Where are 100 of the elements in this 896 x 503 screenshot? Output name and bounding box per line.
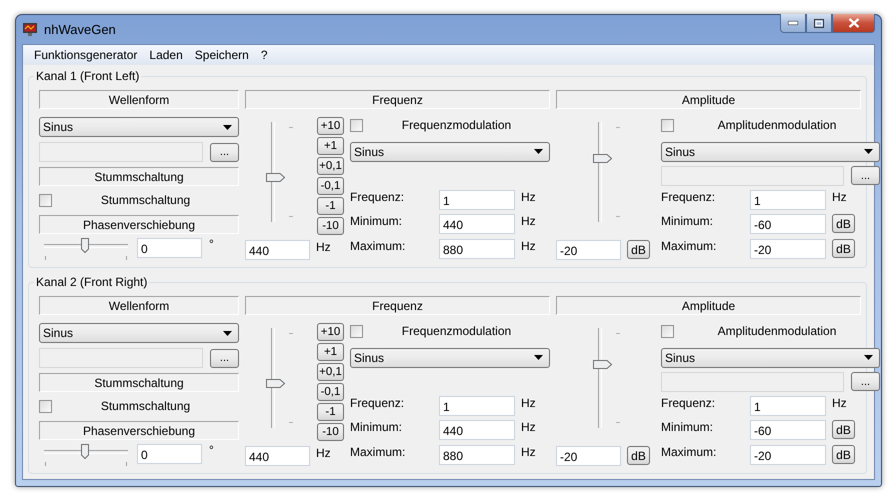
vertical-slider[interactable] [265,328,293,428]
checkbox[interactable] [661,118,674,132]
step-button[interactable]: -10 [317,423,344,441]
parameter-label: Minimum: [661,214,714,228]
unit-button[interactable]: dB [832,214,855,234]
file-path-field[interactable] [661,166,844,186]
section-header: Stummschaltung [39,373,239,392]
step-button[interactable]: -1 [317,403,344,421]
checkbox[interactable] [661,324,674,338]
unit-label: Hz [832,190,847,204]
step-button[interactable]: +1 [317,343,344,361]
unit-button[interactable]: dB [832,445,855,464]
checkbox[interactable] [39,194,52,206]
waveform-dropdown[interactable]: Sinus [39,117,239,137]
menu-item[interactable]: ? [256,48,273,62]
file-path-field[interactable] [661,372,844,392]
number-field[interactable]: -20 [750,445,826,466]
amplitude-field[interactable]: -20 [556,446,621,466]
section-header: Frequenz [245,296,550,315]
unit-button[interactable]: dB [832,239,855,258]
number-field[interactable]: 440 [439,420,515,440]
frequency-field[interactable]: 440 [245,240,310,260]
unit-button[interactable]: dB [627,446,650,465]
vertical-slider[interactable] [592,122,620,222]
browse-button[interactable]: ... [210,348,239,368]
frequency-field[interactable]: 440 [245,446,310,466]
step-button[interactable]: +0,1 [317,157,344,175]
section-header: Wellenform [39,296,239,315]
file-path-field[interactable] [39,348,203,368]
number-field[interactable]: -20 [750,239,826,260]
number-field[interactable]: 880 [439,445,515,466]
checkbox-label: Frequenzmodulation [400,324,512,338]
step-button[interactable]: -0,1 [317,383,344,401]
unit-label: Hz [521,420,536,434]
checkbox[interactable] [39,400,52,412]
minimize-button[interactable] [780,14,806,33]
step-button[interactable]: +10 [317,117,344,135]
step-button[interactable]: +1 [317,137,344,155]
waveform-dropdown[interactable]: Sinus [350,348,550,368]
horizontal-slider[interactable] [44,444,128,466]
browse-button[interactable]: ... [210,142,239,162]
file-path-field[interactable] [39,142,203,162]
number-field[interactable]: 1 [750,190,826,210]
number-field[interactable]: 440 [439,214,515,234]
checkbox-label: Stummschaltung [100,193,192,207]
checkbox-label: Frequenzmodulation [400,118,512,132]
parameter-label: Maximum: [661,445,718,460]
unit-label: Hz [316,240,331,254]
section-header: Stummschaltung [39,167,239,186]
parameter-label: Maximum: [350,445,406,460]
menu-item[interactable]: Funktionsgenerator [29,48,142,62]
amplitude-field[interactable]: -20 [556,240,621,260]
caret-icon [534,149,543,154]
parameter-label: Minimum: [350,420,404,434]
browse-button[interactable]: ... [851,166,880,186]
waveform-dropdown[interactable]: Sinus [39,323,239,343]
caret-icon [864,149,873,154]
horizontal-slider[interactable] [44,238,128,260]
unit-label: Hz [832,396,847,410]
caret-icon [864,355,873,360]
phase-field[interactable]: 0 [137,238,202,258]
close-button[interactable] [832,14,875,33]
number-field[interactable]: -60 [750,214,826,234]
slider-thumb[interactable] [592,153,613,164]
unit-label: Hz [521,214,536,228]
unit-button[interactable]: dB [627,240,650,259]
vertical-slider[interactable] [265,122,293,222]
step-button[interactable]: +10 [317,323,344,341]
maximize-button[interactable] [806,14,832,33]
phase-field[interactable]: 0 [137,444,202,464]
menu-item[interactable]: Laden [144,48,188,62]
step-button[interactable]: -0,1 [317,177,344,195]
slider-thumb[interactable] [265,172,286,183]
browse-button[interactable]: ... [851,372,880,392]
parameter-label: Minimum: [661,420,714,434]
number-field[interactable]: 880 [439,239,515,260]
slider-thumb[interactable] [80,443,90,460]
menu-item[interactable]: Speichern [190,48,254,62]
caret-icon [534,355,543,360]
checkbox[interactable] [350,118,363,132]
unit-button[interactable]: dB [832,420,855,440]
number-field[interactable]: 1 [439,396,515,416]
step-button[interactable]: -10 [317,217,344,235]
slider-thumb[interactable] [80,237,90,254]
waveform-dropdown[interactable]: Sinus [661,142,880,162]
number-field[interactable]: 1 [439,190,515,210]
waveform-dropdown[interactable]: Sinus [350,142,550,162]
slider-thumb[interactable] [592,359,613,370]
number-field[interactable]: 1 [750,396,826,416]
step-button[interactable]: -1 [317,197,344,215]
unit-label: ° [209,444,214,456]
caret-icon [223,330,232,336]
section-header: Phasenverschiebung [39,215,239,234]
number-field[interactable]: -60 [750,420,826,440]
step-button[interactable]: +0,1 [317,363,344,381]
vertical-slider[interactable] [592,328,620,428]
waveform-dropdown[interactable]: Sinus [661,348,880,368]
monitor-icon [22,22,38,37]
checkbox[interactable] [350,324,363,338]
slider-thumb[interactable] [265,378,286,389]
